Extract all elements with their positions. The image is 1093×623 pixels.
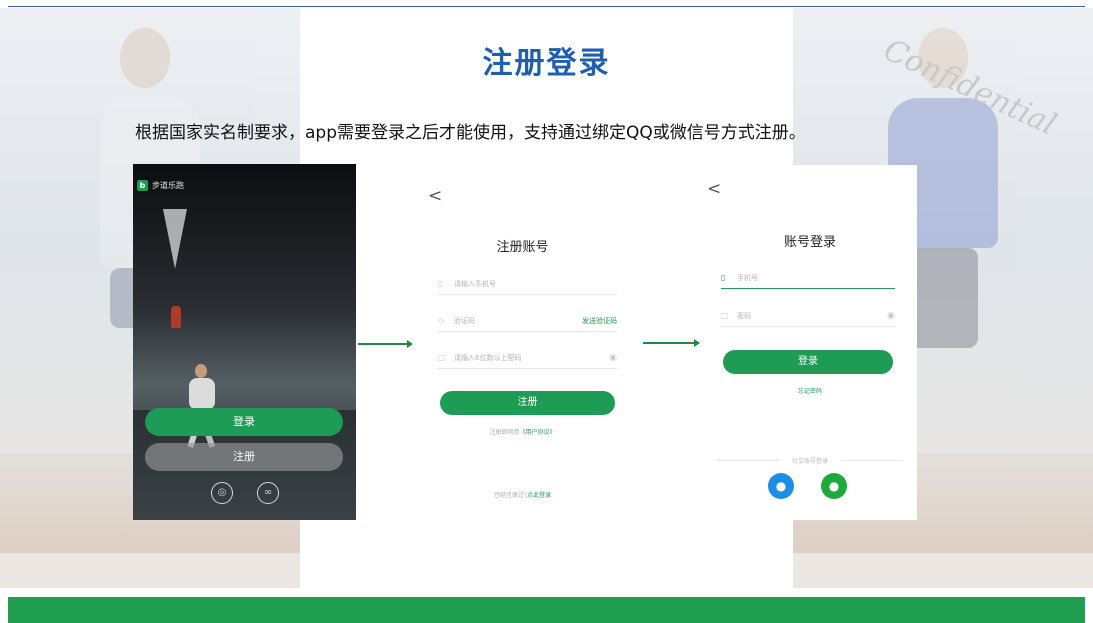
app-brand: b 步道乐跑 [137,180,184,191]
flow-arrow-2 [643,339,700,347]
social-login-divider: 社交账号登录 [717,456,903,465]
login-password-placeholder: 密码 [737,311,751,320]
qq-login-icon[interactable]: ● [768,473,794,499]
phone-icon: ▯ [721,273,726,282]
login-title: 账号登录 [783,235,836,250]
phone-input[interactable]: ▯ 请输入手机号 [438,273,617,295]
footer-bar [8,597,1085,623]
login-password-input[interactable]: ▢ 密码 ◉ [721,305,895,327]
qq-icon[interactable]: ◎ [211,482,233,504]
wechat-icon[interactable]: ∞ [257,482,279,504]
login-phone-input[interactable]: ▯ 手机号 [721,267,895,289]
architecture-decoration [163,209,187,269]
login-screen: < 账号登录 ▯ 手机号 ▢ 密码 ◉ 登录 忘记密码 社交账号登录 ● ● [703,165,917,520]
hydrant-decoration [171,306,181,328]
lock-icon: ▢ [438,353,446,362]
welcome-screen: b 步道乐跑 登录 注册 ◎ ∞ [133,164,356,520]
login-prefix: 已经注册过? [493,492,528,499]
lock-icon: ▢ [721,311,729,320]
eye-icon[interactable]: ◉ [887,311,895,321]
eye-icon[interactable]: ◉ [609,353,617,363]
send-code-button[interactable]: 发送验证码 [582,316,617,326]
forgot-password-link[interactable]: 忘记密码 [703,386,917,395]
register-screen: < 注册账号 ▯ 请输入手机号 ◇ 验证码 发送验证码 ▢ 请输入6位数以上密码… [416,170,629,510]
user-agreement-link[interactable]: 《用户协议》 [520,429,556,436]
wechat-login-icon[interactable]: ● [821,473,847,499]
top-rule [8,6,1085,7]
phone-placeholder: 请输入手机号 [454,279,496,288]
login-hint: 已经注册过?点此登录 [416,490,629,499]
app-logo-icon: b [137,180,148,191]
app-name: 步道乐跑 [152,181,184,190]
register-title: 注册账号 [496,240,549,255]
slide-title: 注册登录 [482,46,611,81]
back-arrow-icon[interactable]: < [707,179,721,199]
register-submit-button[interactable]: 注册 [440,391,615,415]
welcome-register-button[interactable]: 注册 [145,443,343,471]
agreement-note: 注册即同意《用户协议》 [416,427,629,436]
code-placeholder: 验证码 [454,316,475,325]
password-placeholder: 请输入6位数以上密码 [454,353,522,362]
shield-icon: ◇ [438,316,445,325]
flow-arrow-1 [358,340,413,348]
welcome-login-button[interactable]: 登录 [145,408,343,436]
agreement-prefix: 注册即同意 [489,429,520,436]
login-submit-button[interactable]: 登录 [723,350,893,374]
password-input[interactable]: ▢ 请输入6位数以上密码 ◉ [438,347,617,369]
back-arrow-icon[interactable]: < [428,186,442,206]
verification-code-input[interactable]: ◇ 验证码 发送验证码 [438,310,617,332]
phone-icon: ▯ [438,279,443,288]
go-login-link[interactable]: 点此登录 [527,492,551,499]
login-phone-placeholder: 手机号 [737,273,758,282]
slide-subtitle: 根据国家实名制要求，app需要登录之后才能使用，支持通过绑定QQ或微信号方式注册… [135,123,806,143]
